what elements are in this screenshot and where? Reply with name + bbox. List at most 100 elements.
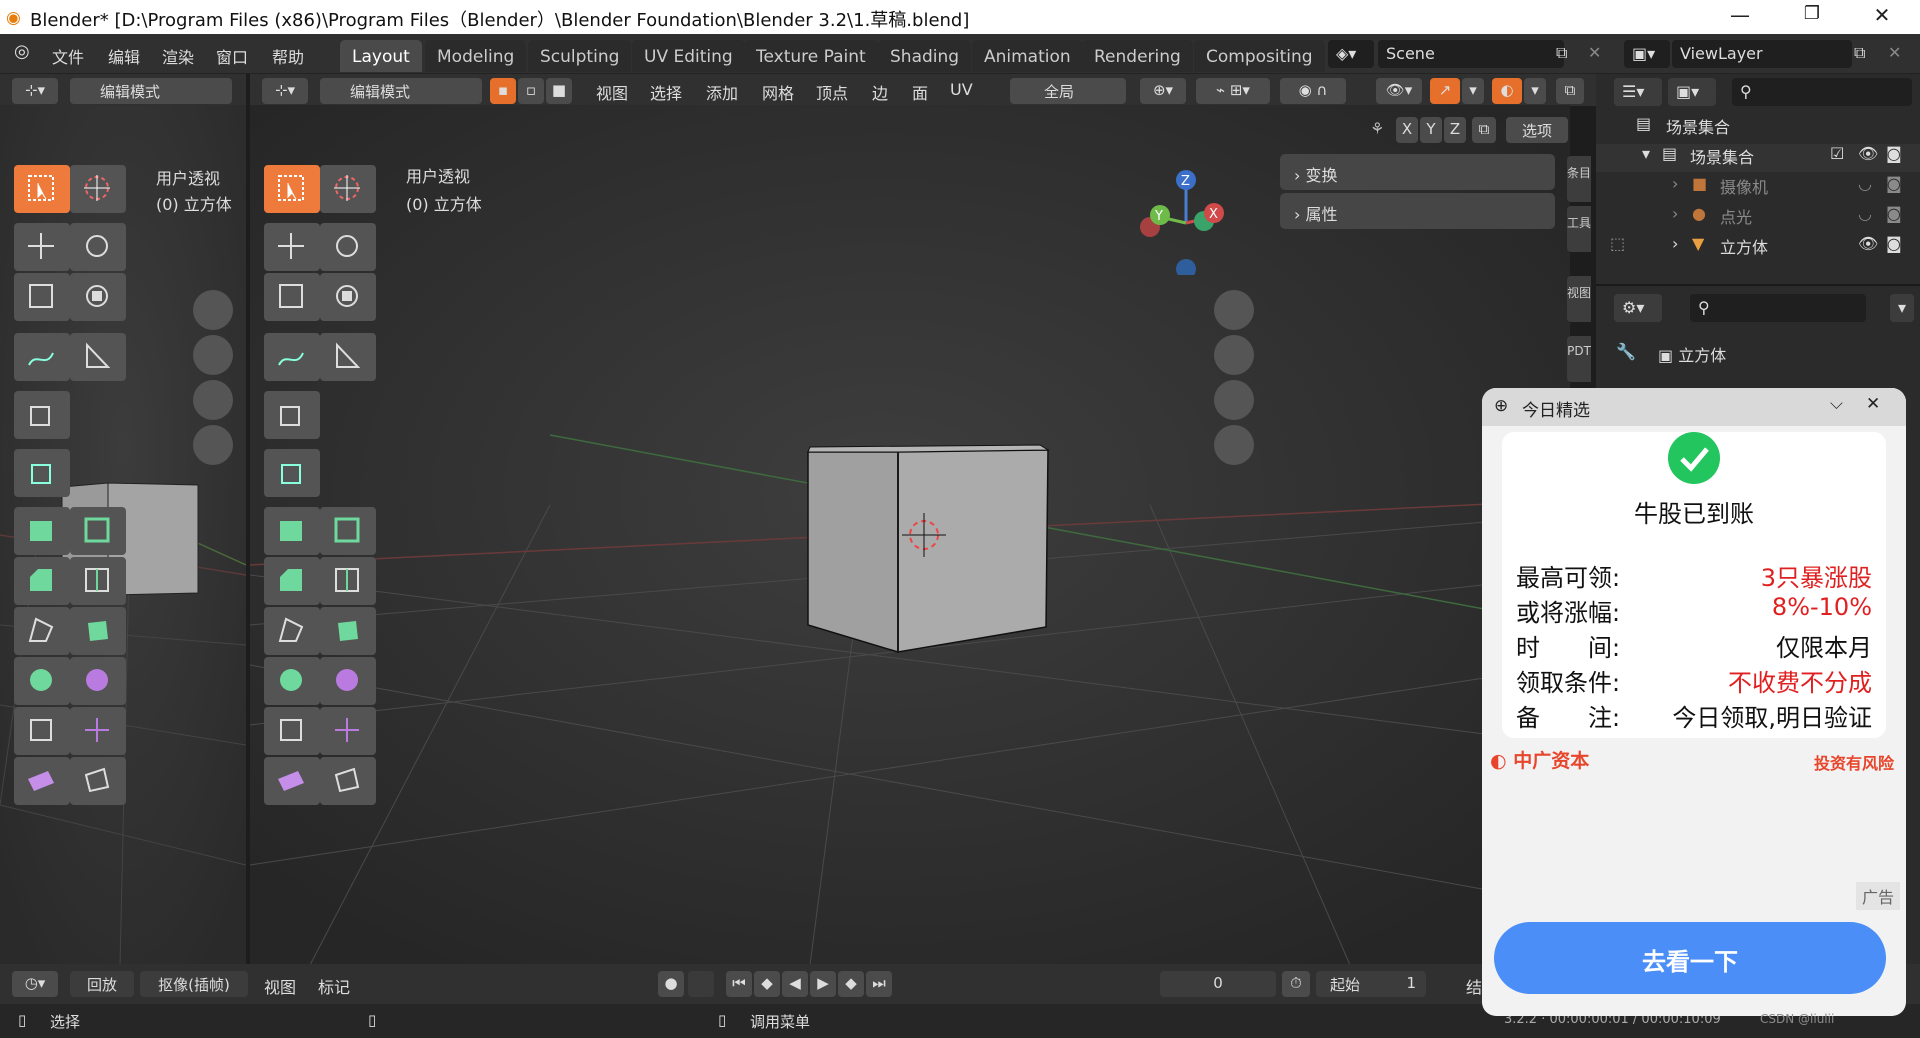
tab-modeling[interactable]: Modeling: [425, 40, 527, 72]
frame-rate-icon[interactable]: ⏱: [1282, 971, 1310, 997]
auto-merge-icon[interactable]: ⧉: [1472, 117, 1496, 143]
tool-edge-slide[interactable]: [14, 707, 70, 755]
main-tool-add-cube[interactable]: [264, 391, 320, 439]
start-frame-field[interactable]: 起始 1: [1316, 971, 1426, 997]
left-camera-view-icon[interactable]: [193, 380, 233, 420]
main-tool-rotate[interactable]: [320, 223, 376, 271]
tool-knife[interactable]: [14, 607, 70, 655]
timeline-editor-type-icon[interactable]: ◷▾: [12, 971, 58, 997]
jump-start-icon[interactable]: ⏮: [726, 971, 752, 997]
main-tool-poly-build[interactable]: [320, 607, 376, 655]
main-tool-knife[interactable]: [264, 607, 320, 655]
main-tool-extrude[interactable]: [264, 507, 320, 555]
menu-edit[interactable]: 编辑: [108, 44, 140, 68]
tab-compositing[interactable]: Compositing: [1194, 40, 1325, 72]
outliner-collection[interactable]: ▾ ▤ 场景集合 ☑ 👁 ◙: [1596, 144, 1920, 172]
menu-select[interactable]: 选择: [650, 80, 682, 104]
gizmo-menu-icon[interactable]: ▾: [1462, 78, 1484, 104]
tool-annotate[interactable]: [14, 333, 70, 381]
pivot-point-icon[interactable]: ⊕▾: [1140, 78, 1186, 104]
options-dropdown[interactable]: 选项: [1506, 117, 1568, 143]
timeline-view-menu[interactable]: 视图: [264, 974, 296, 998]
vertex-select-icon[interactable]: ▪: [490, 78, 516, 104]
jump-end-icon[interactable]: ⏭: [866, 971, 892, 997]
minimize-button[interactable]: —: [1720, 3, 1760, 31]
snap-icon[interactable]: ⌁ ⊞▾: [1196, 78, 1270, 104]
menu-mesh[interactable]: 网格: [762, 80, 794, 104]
expand-icon[interactable]: ›: [1672, 234, 1678, 253]
navigation-gizmo[interactable]: Z Y X: [1132, 165, 1242, 275]
tool-rip[interactable]: [70, 757, 126, 805]
left-pan-icon[interactable]: [193, 335, 233, 375]
left-zoom-icon[interactable]: [193, 290, 233, 330]
sidebar-tab-view[interactable]: 视图: [1567, 276, 1591, 322]
menu-edge[interactable]: 边: [872, 80, 888, 104]
menu-render[interactable]: 渲染: [162, 44, 194, 68]
cube-render-icon[interactable]: ◙: [1886, 234, 1902, 253]
left-editor-type-icon[interactable]: ⊹▾: [12, 78, 58, 104]
menu-window[interactable]: 窗口: [216, 44, 248, 68]
tool-spin[interactable]: [14, 657, 70, 705]
menu-face[interactable]: 面: [912, 80, 928, 104]
tab-animation[interactable]: Animation: [972, 40, 1083, 72]
record-icon[interactable]: ●: [658, 971, 684, 997]
ad-close-icon[interactable]: ✕: [1866, 394, 1880, 414]
camera-eye-icon[interactable]: ◡: [1858, 174, 1872, 193]
ad-popup[interactable]: ⊕ 今日精选 ⌵ ✕ 牛股已到账 最高可领: 3只暴涨股 或将涨幅: 8%-10% …: [1482, 388, 1906, 1016]
overlay-toggle-icon[interactable]: ◐: [1492, 78, 1522, 104]
visibility-icon[interactable]: 👁▾: [1376, 78, 1422, 104]
tool-move[interactable]: [14, 223, 70, 271]
tab-rendering[interactable]: Rendering: [1082, 40, 1193, 72]
orientation-select[interactable]: 全局: [1010, 78, 1126, 104]
light-eye-icon[interactable]: ◡: [1858, 204, 1872, 223]
edge-select-icon[interactable]: ▫: [518, 78, 544, 104]
tool-rotate[interactable]: [70, 223, 126, 271]
sidebar-tab-tool[interactable]: 工具: [1567, 206, 1591, 252]
outliner-scene-collection[interactable]: ▤ 场景集合: [1596, 114, 1920, 142]
expand-icon[interactable]: ›: [1672, 204, 1678, 223]
left-mode-select[interactable]: 编辑模式: [70, 78, 232, 104]
main-tool-cursor[interactable]: [320, 165, 376, 213]
tool-select-box[interactable]: [14, 165, 70, 213]
overlay-menu-icon[interactable]: ▾: [1524, 78, 1546, 104]
collection-eye-icon[interactable]: 👁: [1858, 144, 1878, 163]
viewlayer-delete-icon[interactable]: ✕: [1888, 43, 1901, 62]
ad-collapse-icon[interactable]: ⌵: [1830, 394, 1843, 414]
main-tool-spin[interactable]: [264, 657, 320, 705]
tool-cursor[interactable]: [70, 165, 126, 213]
panel-transform[interactable]: › 变换: [1280, 154, 1555, 190]
main-tool-shear[interactable]: [264, 757, 320, 805]
outliner-row-camera[interactable]: › ■ 摄像机 ◡ ◙: [1596, 174, 1920, 202]
collection-expand-icon[interactable]: ▾: [1642, 144, 1650, 163]
left-viewport-canvas[interactable]: 用户透视 (0) 立方体: [0, 105, 246, 965]
scene-delete-icon[interactable]: ✕: [1588, 43, 1601, 62]
main-tool-measure[interactable]: [320, 333, 376, 381]
axis-y-button[interactable]: Y: [1420, 117, 1442, 143]
outliner-row-light[interactable]: › ● 点光 ◡ ◙: [1596, 204, 1920, 232]
keying-menu[interactable]: 抠像(插帧): [140, 971, 248, 997]
proportional-edit-icon[interactable]: ◉ ∩: [1280, 78, 1346, 104]
left-ortho-toggle-icon[interactable]: [193, 425, 233, 465]
tool-add-cube[interactable]: [14, 391, 70, 439]
viewlayer-new-icon[interactable]: ⧉: [1854, 43, 1865, 63]
edit-mode-icon[interactable]: ⬚: [1610, 234, 1625, 253]
play-icon[interactable]: ▶: [810, 971, 836, 997]
restore-button[interactable]: ❐: [1792, 3, 1832, 31]
timeline-marker-menu[interactable]: 标记: [318, 974, 350, 998]
playback-menu[interactable]: 回放: [70, 971, 134, 997]
main-tool-transform[interactable]: [320, 273, 376, 321]
menu-add[interactable]: 添加: [706, 80, 738, 104]
main-tool-move[interactable]: [264, 223, 320, 271]
tab-sculpting[interactable]: Sculpting: [528, 40, 632, 72]
tool-extrude[interactable]: [14, 507, 70, 555]
properties-editor-type-icon[interactable]: ⚙▾: [1614, 294, 1662, 322]
xray-toggle-icon[interactable]: ⧉: [1556, 78, 1584, 104]
outliner-filter-icon[interactable]: ▣▾: [1668, 78, 1716, 106]
scene-selector[interactable]: Scene: [1378, 40, 1564, 68]
play-reverse-icon[interactable]: ◀: [782, 971, 808, 997]
tab-texture-paint[interactable]: Texture Paint: [744, 40, 878, 72]
menu-help[interactable]: 帮助: [272, 44, 304, 68]
camera-view-icon[interactable]: [1214, 380, 1254, 420]
tab-shading[interactable]: Shading: [878, 40, 972, 72]
pan-hand-icon[interactable]: [1214, 335, 1254, 375]
